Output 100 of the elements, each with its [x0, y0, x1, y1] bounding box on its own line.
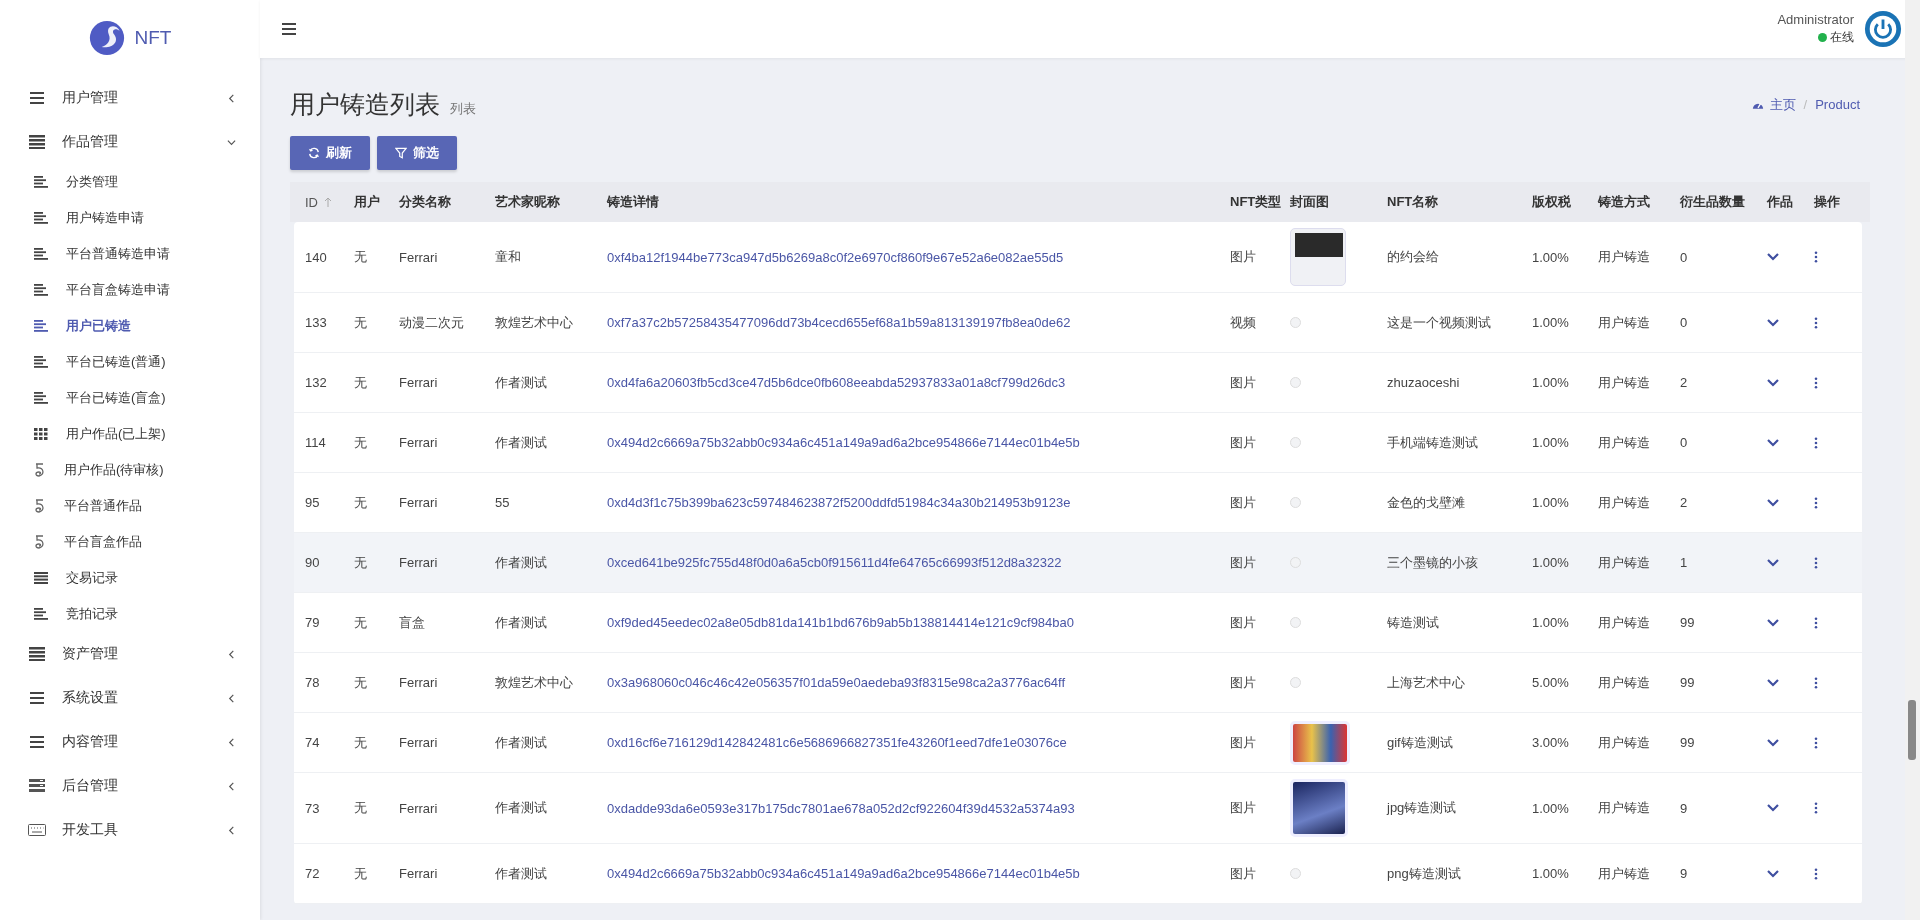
hash-link[interactable]: 0xf9ded45eedec02a8e05db81da141b1bd676b9ab5b138814414e121c9cf984ba0 — [607, 615, 1075, 630]
table-cell-text: 3.00% — [1532, 735, 1570, 750]
more-options-icon[interactable] — [1814, 556, 1818, 569]
table-cell-text: 作者测试 — [495, 553, 548, 572]
text-lines-icon — [34, 212, 48, 224]
power-avatar-icon[interactable] — [1864, 10, 1902, 48]
hash-link[interactable]: 0xf7a37c2b57258435477096dd73b4cecd655ef68a1b59a813139197fb8ea0de62 — [607, 315, 1071, 330]
chevron-down-icon[interactable] — [1767, 618, 1779, 627]
scrollbar[interactable] — [1905, 0, 1920, 920]
hash-link[interactable]: 0xd16cf6e716129d142842481c6e5686966827351fe43260f1eed7dfe1e03076ce — [607, 735, 1067, 750]
table-cell-text: 用户铸造 — [1598, 373, 1651, 392]
more-options-icon[interactable] — [1814, 616, 1818, 629]
table-cell-text: Ferrari — [399, 435, 439, 450]
sidebar-subitem[interactable]: 交易记录 — [0, 560, 260, 596]
spiral-icon — [34, 499, 46, 513]
more-options-icon[interactable] — [1814, 802, 1818, 814]
more-options-icon[interactable] — [1814, 251, 1818, 263]
text-lines-icon — [34, 608, 48, 620]
more-options-icon[interactable] — [1814, 736, 1818, 749]
chevron-down-icon[interactable] — [1767, 678, 1779, 687]
chevron-down-icon[interactable] — [1767, 738, 1779, 747]
sidebar-subitem[interactable]: 平台普通铸造申请 — [0, 236, 260, 272]
breadcrumb-link[interactable]: Product — [1815, 97, 1860, 112]
sidebar-item[interactable]: 系统设置 — [0, 676, 260, 720]
table-cell-text: 无 — [354, 313, 368, 332]
more-options-icon[interactable] — [1814, 316, 1818, 329]
sidebar-item[interactable]: 后台管理 — [0, 764, 260, 808]
chevron-down-icon[interactable] — [1767, 869, 1779, 878]
keyboard-icon — [28, 824, 46, 836]
menu-icon — [28, 736, 46, 748]
hash-link[interactable]: 0xf4ba12f1944be773ca947d5b6269a8c0f2e6970cf860f9e67e52a6e082ae55d5 — [607, 249, 1064, 265]
more-options-icon[interactable] — [1814, 376, 1818, 389]
sidebar-subitem[interactable]: 分类管理 — [0, 164, 260, 200]
more-options-icon[interactable] — [1814, 496, 1818, 509]
page-subtitle: 列表 — [450, 100, 476, 118]
table-cell-text: 用户铸造 — [1598, 673, 1651, 692]
sidebar-subitem[interactable]: 平台盲盒铸造申请 — [0, 272, 260, 308]
table-cell-text: 无 — [354, 373, 368, 392]
table-cell-text: 9 — [1680, 800, 1689, 816]
table-cell-text: 无 — [354, 864, 368, 883]
more-options-icon[interactable] — [1814, 867, 1818, 880]
table-cell-text: 5.00% — [1532, 675, 1570, 690]
table-cell-text: Ferrari — [399, 555, 439, 570]
empty-image-dot — [1290, 317, 1301, 328]
sidebar-item[interactable]: 内容管理 — [0, 720, 260, 764]
table-cell-text: 图片 — [1230, 373, 1257, 392]
hash-link[interactable]: 0xd4fa6a20603fb5cd3ce47d5b6dce0fb608eeabda52937833a01a8cf799d26dc3 — [607, 375, 1066, 390]
table-cell-text: 敦煌艺术中心 — [495, 673, 574, 692]
refresh-button[interactable]: 刷新 — [290, 136, 370, 170]
hash-link[interactable]: 0xdadde93da6e0593e317b175dc7801ae678a052d2cf922604f39d4532a5374a93 — [607, 800, 1075, 816]
table-cell-text: 无 — [354, 673, 368, 692]
table-cell-text: 0 — [1680, 315, 1689, 330]
hash-link[interactable]: 0x3a968060c046c46c42e056357f01da59e0aedeba93f8315e98ca2a3776ac64ff — [607, 675, 1066, 690]
sidebar-subitem[interactable]: 用户铸造申请 — [0, 200, 260, 236]
chevron-down-icon[interactable] — [1767, 378, 1779, 387]
sidebar-subitem[interactable]: 平台已铸造(普通) — [0, 344, 260, 380]
sidebar-subitem[interactable]: 用户已铸造 — [0, 308, 260, 344]
table-cell-text: 敦煌艺术中心 — [495, 313, 574, 332]
chevron-down-icon[interactable] — [1767, 438, 1779, 447]
table-cell-text: 1.00% — [1532, 800, 1570, 816]
chevron-down-icon[interactable] — [1767, 318, 1779, 327]
table-cell-text: 铸造测试 — [1387, 613, 1440, 632]
chevron-down-icon[interactable] — [1767, 558, 1779, 567]
more-options-icon[interactable] — [1814, 676, 1818, 689]
text-lines-icon — [34, 248, 48, 260]
table-cell-text: 90 — [305, 555, 321, 570]
column-header: NFT类型 — [1230, 193, 1283, 211]
column-header: 铸造详情 — [607, 193, 660, 211]
sidebar-subitem[interactable]: 用户作品(已上架) — [0, 416, 260, 452]
sidebar-subitem[interactable]: 用户作品(待审核) — [0, 452, 260, 488]
filter-button[interactable]: 筛选 — [377, 136, 457, 170]
hash-link[interactable]: 0x494d2c6669a75b32abb0c934a6c451a149a9ad6a2bce954866e7144ec01b4e5b — [607, 435, 1080, 450]
sidebar-subitem[interactable]: 竞拍记录 — [0, 596, 260, 632]
more-options-icon[interactable] — [1814, 436, 1818, 449]
column-header[interactable]: ID — [305, 194, 354, 210]
table-cell-text: 作者测试 — [495, 613, 548, 632]
sidebar-subitem[interactable]: 平台已铸造(盲盒) — [0, 380, 260, 416]
sidebar-item[interactable]: 作品管理 — [0, 120, 260, 164]
sidebar-subitem[interactable]: 平台普通作品 — [0, 488, 260, 524]
table-cell-text: 作者测试 — [495, 799, 548, 817]
text-lines-icon — [34, 320, 48, 332]
chevron-down-icon[interactable] — [1767, 804, 1779, 812]
table-cell-text: 的约会给 — [1387, 248, 1440, 266]
chevron-down-icon[interactable] — [1767, 253, 1779, 261]
table-cell-text: 图片 — [1230, 733, 1257, 752]
table-cell-text: 1.00% — [1532, 435, 1570, 450]
sidebar-subitem[interactable]: 平台盲盒作品 — [0, 524, 260, 560]
sidebar-item[interactable]: 开发工具 — [0, 808, 260, 852]
hash-link[interactable]: 0xd4d3f1c75b399ba623c597484623872f5200ddfd51984c34a30b214953b9123e — [607, 495, 1071, 510]
chevron-down-icon[interactable] — [1767, 498, 1779, 507]
empty-image-dot — [1290, 437, 1301, 448]
server-icon — [28, 779, 46, 793]
table-cell-text: 1 — [1680, 555, 1689, 570]
hash-link[interactable]: 0x494d2c6669a75b32abb0c934a6c451a149a9ad6a2bce954866e7144ec01b4e5b — [607, 866, 1080, 881]
table-cell-text: 无 — [354, 553, 368, 572]
table-cell-text: 无 — [354, 433, 368, 452]
breadcrumb-link[interactable]: 主页 — [1769, 95, 1796, 114]
sidebar-item[interactable]: 资产管理 — [0, 632, 260, 676]
sidebar-item[interactable]: 用户管理 — [0, 76, 260, 120]
hash-link[interactable]: 0xced641be925fc755d48f0d0a6a5cb0f915611d4fe64765c66993f512d8a32322 — [607, 555, 1062, 570]
